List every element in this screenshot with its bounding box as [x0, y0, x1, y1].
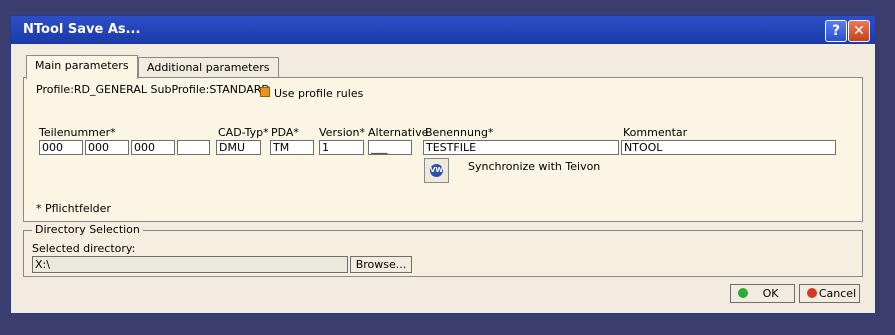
- profile-text: Profile:RD_GENERAL SubProfile:STANDARD: [36, 83, 270, 96]
- benennung-field[interactable]: TESTFILE: [423, 140, 619, 155]
- save-as-dialog: NTool Save As... ? ✕ Main parameters Add…: [10, 15, 876, 314]
- ok-icon: [738, 288, 748, 298]
- synchronize-label: Synchronize with Teivon: [468, 160, 601, 173]
- directory-selection-group: Directory Selection Selected directory: …: [23, 223, 863, 277]
- vw-logo-icon: VW: [430, 164, 443, 177]
- pda-label: PDA*: [271, 126, 299, 139]
- title-bar[interactable]: NTool Save As... ? ✕: [11, 16, 875, 44]
- tab-label: Main parameters: [35, 59, 129, 72]
- teilenummer-field-1[interactable]: 000: [39, 140, 83, 155]
- cadtyp-label: CAD-Typ*: [218, 126, 269, 139]
- close-button[interactable]: ✕: [848, 20, 870, 42]
- use-profile-rules-label: Use profile rules: [274, 87, 364, 100]
- tab-main-parameters[interactable]: Main parameters: [26, 55, 138, 79]
- selected-directory-label: Selected directory:: [32, 242, 136, 255]
- teilenummer-label: Teilenummer*: [39, 126, 116, 139]
- cadtyp-field[interactable]: DMU: [216, 140, 261, 155]
- teilenummer-field-2[interactable]: 000: [85, 140, 129, 155]
- kommentar-field[interactable]: NTOOL: [621, 140, 836, 155]
- benennung-label: Benennung*: [425, 126, 494, 139]
- ok-label: OK: [762, 287, 779, 300]
- version-label: Version*: [319, 126, 365, 139]
- pda-field[interactable]: TM: [270, 140, 314, 155]
- teilenummer-field-3[interactable]: 000: [131, 140, 175, 155]
- teilenummer-field-4[interactable]: [177, 140, 210, 155]
- alternative-field[interactable]: ___: [368, 140, 412, 155]
- directory-group-title: Directory Selection: [32, 223, 143, 236]
- ok-button[interactable]: OK: [730, 284, 795, 303]
- cancel-button[interactable]: Cancel: [799, 284, 860, 303]
- kommentar-label: Kommentar: [623, 126, 688, 139]
- tab-additional-parameters[interactable]: Additional parameters: [138, 57, 279, 79]
- required-fields-note: * Pflichtfelder: [36, 202, 111, 215]
- synchronize-button[interactable]: VW: [424, 158, 449, 183]
- tab-label: Additional parameters: [147, 61, 270, 74]
- directory-field[interactable]: X:\: [32, 256, 348, 273]
- cancel-icon: [807, 288, 817, 298]
- main-parameters-panel: Profile:RD_GENERAL SubProfile:STANDARD U…: [23, 77, 863, 222]
- window-title: NTool Save As...: [23, 22, 141, 37]
- use-profile-rules-checkbox[interactable]: [260, 87, 270, 97]
- browse-button[interactable]: Browse...: [350, 256, 412, 273]
- version-field[interactable]: 1: [319, 140, 364, 155]
- help-button[interactable]: ?: [825, 20, 847, 42]
- alternative-label: Alternative: [368, 126, 429, 139]
